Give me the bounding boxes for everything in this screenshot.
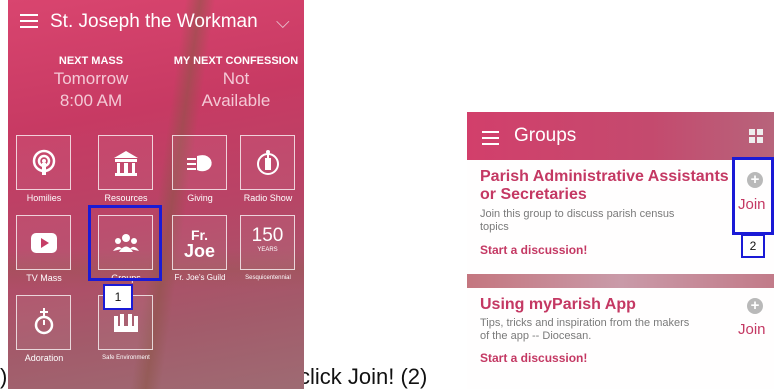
start-discussion-link[interactable]: Start a discussion!: [480, 243, 587, 257]
next-mass-day: Tomorrow: [53, 69, 129, 88]
podcast-icon: [17, 136, 70, 189]
add-circle-icon[interactable]: +: [747, 298, 763, 314]
hamburger-menu-icon[interactable]: [20, 14, 38, 28]
group-card[interactable]: Using myParish App Tips, tricks and insp…: [467, 288, 774, 389]
group-description-line2: topics: [480, 221, 509, 233]
tile-homilies[interactable]: [16, 135, 71, 190]
tile-label-homilies: Homilies: [26, 193, 62, 203]
instruction-caption: click Join! (2): [299, 364, 428, 389]
caption-fragment: ): [0, 364, 8, 389]
groups-header: Groups: [467, 112, 774, 160]
group-title-line1[interactable]: Using myParish App: [480, 296, 636, 314]
radio-tower-icon: [241, 136, 294, 189]
group-title-line2[interactable]: or Secretaries: [480, 186, 587, 204]
next-confession-label: MY NEXT CONFESSION: [173, 55, 299, 67]
tile-resources[interactable]: [98, 135, 153, 190]
home-screen: St. Joseph the Workman ⌵ NEXT MASS Tomor…: [8, 0, 304, 389]
group-description-line1: Tips, tricks and inspiration from the ma…: [480, 317, 690, 329]
tile-label-radio-show: Radio Show: [243, 193, 293, 203]
tile-label-sesquicentennial: Sesquicentennial: [245, 275, 291, 281]
card-divider: [467, 274, 774, 288]
giving-hand-icon: [173, 136, 226, 189]
groups-screen: Groups Parish Administrative Assistants …: [467, 112, 774, 389]
tile-label-fr-joes-guild: Fr. Joe's Guild: [174, 273, 226, 282]
fr-joe-icon: Fr. Joe: [173, 216, 226, 269]
monstrance-icon: [17, 296, 70, 349]
tile-label-resources: Resources: [104, 193, 148, 203]
tile-sesquicentennial[interactable]: 150 YEARS: [240, 215, 295, 270]
tile-radio-show[interactable]: [240, 135, 295, 190]
group-description-line1: Join this group to discuss parish census: [480, 208, 675, 220]
fr-joe-icon-text-bottom: Joe: [183, 240, 216, 261]
tile-fr-joes-guild[interactable]: Fr. Joe: [172, 215, 227, 270]
tile-label-adoration: Adoration: [24, 353, 64, 363]
tile-adoration[interactable]: [16, 295, 71, 350]
150-years-icon: 150 YEARS: [241, 216, 294, 269]
next-mass-time: 8:00 AM: [59, 91, 123, 110]
step-badge-2: 2: [741, 234, 765, 258]
chevron-down-icon[interactable]: ⌵: [276, 12, 290, 33]
group-description-line2: of the app -- Diocesan.: [480, 330, 592, 342]
tile-giving[interactable]: [172, 135, 227, 190]
tile-tv-mass[interactable]: [16, 215, 71, 270]
tile-label-giving: Giving: [187, 193, 213, 203]
next-confession-line1: Not: [222, 69, 250, 88]
parish-title[interactable]: St. Joseph the Workman: [50, 11, 258, 33]
next-confession-line2: Available: [201, 91, 271, 110]
groups-highlight-box: [88, 205, 162, 281]
tile-label-safe-environment: Safe Environment: [102, 355, 150, 361]
next-mass-label: NEXT MASS: [58, 55, 124, 67]
join-button[interactable]: Join: [738, 321, 766, 338]
start-discussion-link[interactable]: Start a discussion!: [480, 351, 587, 365]
tile-label-tv-mass: TV Mass: [26, 273, 62, 283]
join-highlight-box: [732, 157, 774, 235]
150-years-icon-years: YEARS: [257, 246, 278, 253]
step-badge-1: 1: [103, 284, 133, 310]
home-header: St. Joseph the Workman ⌵: [8, 0, 304, 44]
group-title-line1[interactable]: Parish Administrative Assistants: [480, 168, 729, 186]
groups-title: Groups: [514, 125, 577, 146]
grid-view-icon[interactable]: [749, 129, 764, 144]
150-years-icon-number: 150: [251, 224, 284, 246]
library-icon: [99, 136, 152, 189]
group-card[interactable]: Parish Administrative Assistants or Secr…: [467, 160, 774, 274]
play-icon: [17, 216, 70, 269]
hamburger-menu-icon[interactable]: [482, 131, 499, 149]
